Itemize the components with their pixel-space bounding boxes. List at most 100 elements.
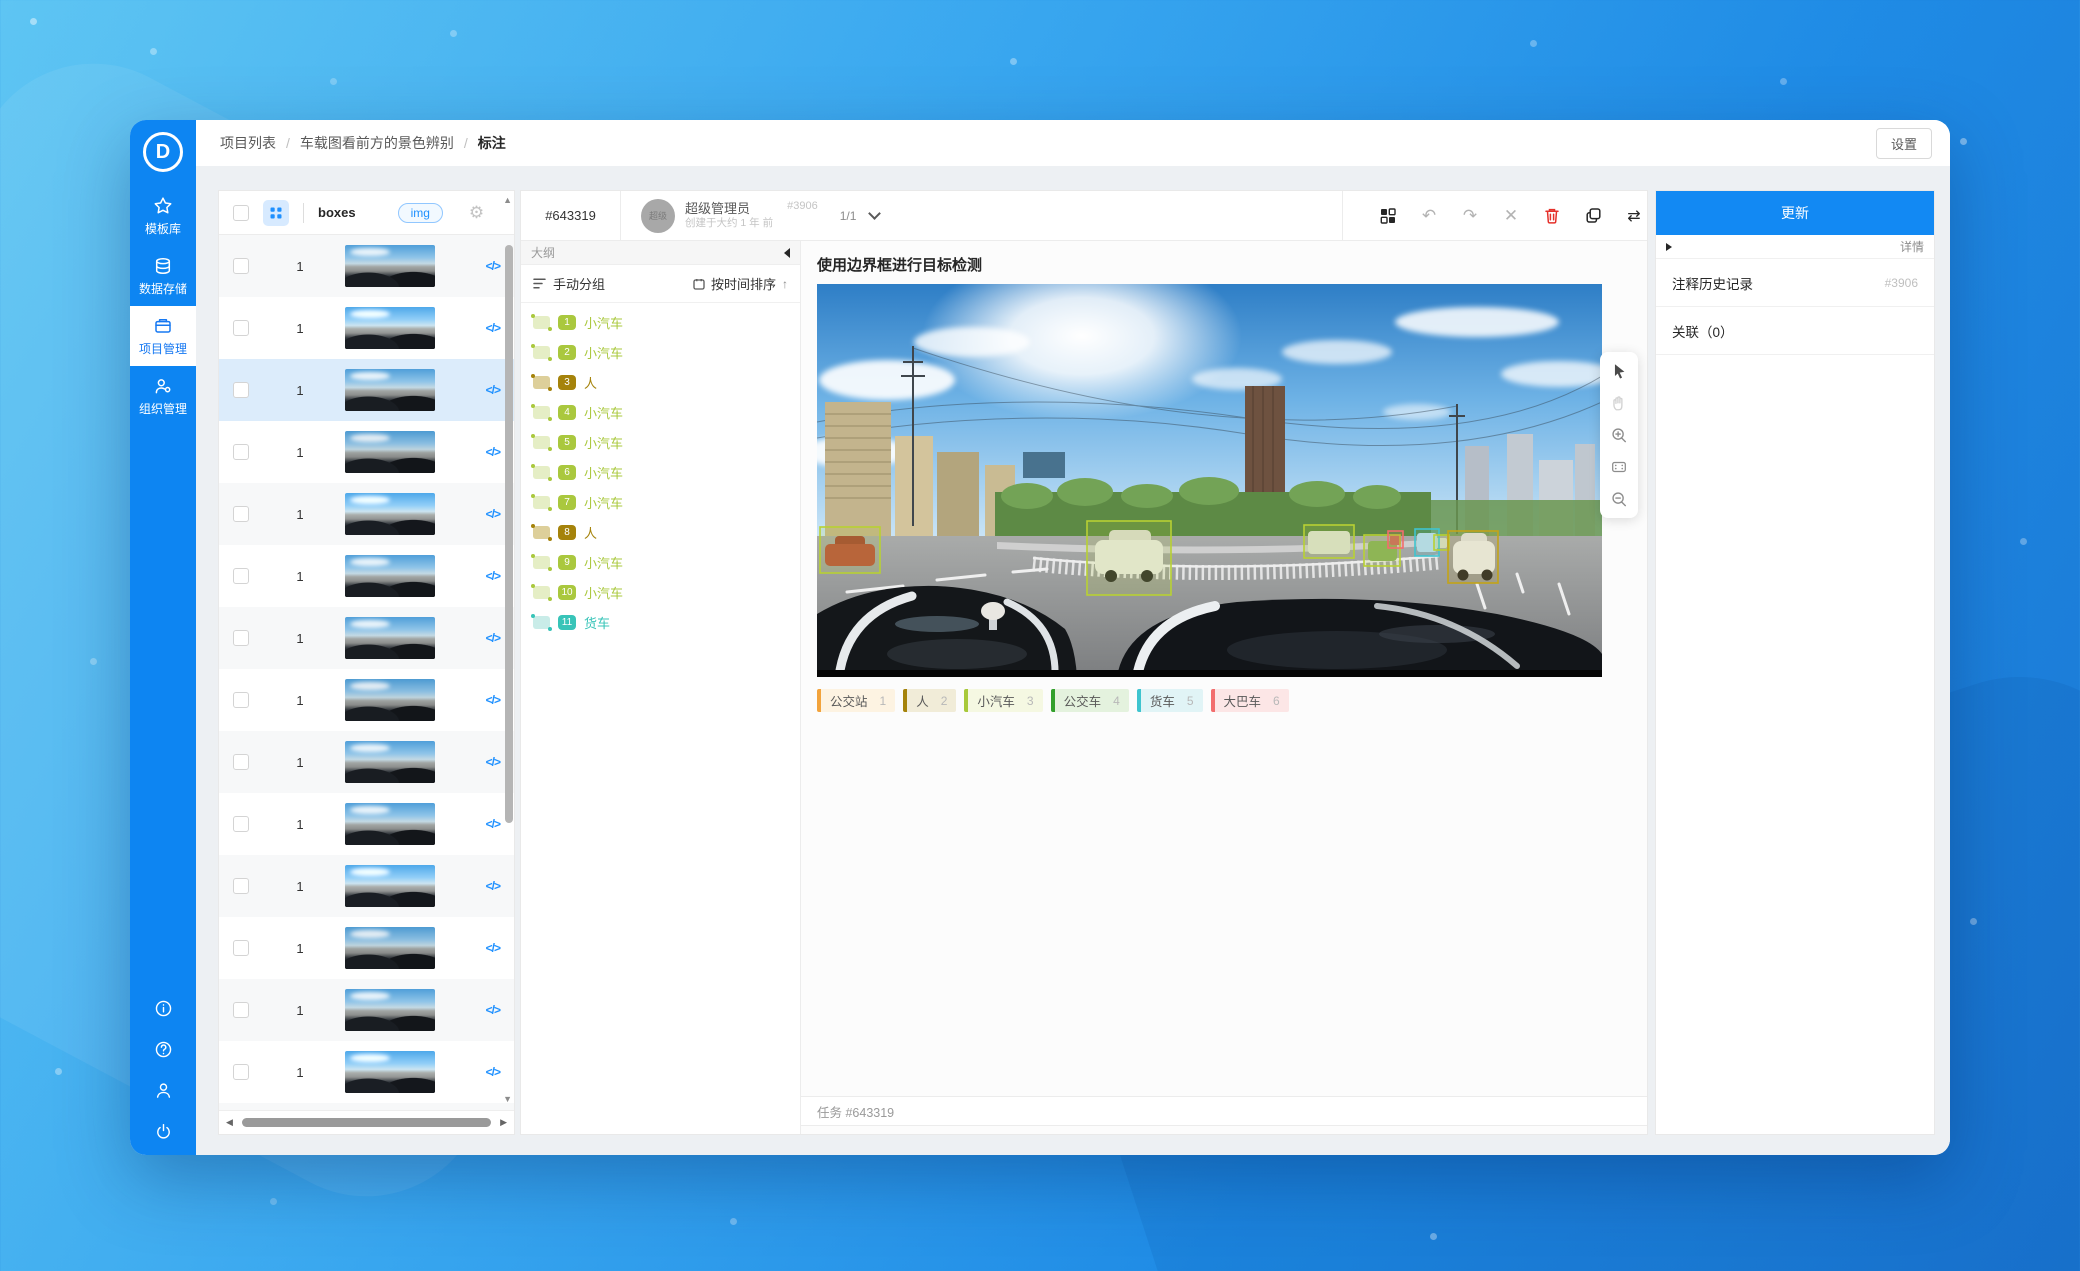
horizontal-scrollbar-thumb[interactable] [242,1118,491,1127]
redo-button[interactable]: ↷ [1457,203,1483,229]
code-icon[interactable]: </> [486,755,500,769]
row-checkbox[interactable] [233,754,249,770]
row-checkbox[interactable] [233,940,249,956]
delete-button[interactable] [1539,203,1565,229]
gear-icon[interactable]: ⚙ [469,203,484,223]
breadcrumb-projects[interactable]: 项目列表 [220,133,276,153]
row-thumbnail[interactable] [345,1051,435,1093]
sidebar-item[interactable]: 组织管理 [130,366,196,426]
row-checkbox[interactable] [233,692,249,708]
region-item[interactable]: 11 货车 [521,607,800,637]
task-row[interactable]: 1 </> [219,297,514,359]
row-checkbox[interactable] [233,444,249,460]
select-tool-button[interactable] [1605,357,1633,385]
code-icon[interactable]: </> [486,879,500,893]
task-row[interactable]: 1 </> [219,1041,514,1103]
label-chip[interactable]: 货车 5 [1137,689,1203,712]
task-row[interactable]: 1 </> [219,607,514,669]
chevron-down-icon[interactable] [869,207,882,220]
row-thumbnail[interactable] [345,803,435,845]
zoom-in-button[interactable] [1605,421,1633,449]
row-checkbox[interactable] [233,506,249,522]
sort-by-time[interactable]: 按时间排序 ↑ [693,274,788,293]
label-chip[interactable]: 人 2 [903,689,956,712]
row-thumbnail[interactable] [345,369,435,411]
scroll-left-arrow[interactable]: ◀ [219,1117,240,1128]
region-item[interactable]: 3 人 [521,367,800,397]
avatar[interactable]: 超级 [641,199,675,233]
row-thumbnail[interactable] [345,741,435,783]
info-icon[interactable] [154,999,173,1018]
manual-group-label[interactable]: 手动分组 [553,274,605,293]
settings-button[interactable]: 设置 [1876,128,1932,159]
label-chip[interactable]: 公交车 4 [1051,689,1129,712]
row-thumbnail[interactable] [345,431,435,473]
task-row[interactable]: 1 </> [219,979,514,1041]
sidebar-item[interactable]: 模板库 [130,186,196,246]
row-checkbox[interactable] [233,1064,249,1080]
sidebar-item[interactable]: 项目管理 [130,306,196,366]
row-checkbox[interactable] [233,630,249,646]
code-icon[interactable]: </> [486,693,500,707]
row-checkbox[interactable] [233,878,249,894]
row-checkbox[interactable] [233,258,249,274]
region-item[interactable]: 10 小汽车 [521,577,800,607]
task-row[interactable]: 1 </> [219,359,514,421]
region-item[interactable]: 5 小汽车 [521,427,800,457]
help-icon[interactable] [154,1040,173,1059]
transfer-button[interactable]: ⇄ [1621,203,1647,229]
row-checkbox[interactable] [233,568,249,584]
row-thumbnail[interactable] [345,679,435,721]
relations-row[interactable]: 关联（0） [1656,307,1934,355]
label-chip[interactable]: 大巴车 6 [1211,689,1289,712]
task-row[interactable]: 1 </> [219,235,514,297]
column-header-boxes[interactable]: boxes [318,205,356,220]
row-checkbox[interactable] [233,816,249,832]
region-item[interactable]: 7 小汽车 [521,487,800,517]
annotation-history-row[interactable]: 注释历史记录 #3906 [1656,259,1934,307]
select-all-checkbox[interactable] [233,205,249,221]
task-row[interactable]: 1 </> [219,917,514,979]
task-row[interactable]: 1 </> [219,1103,514,1110]
task-row[interactable]: 1 </> [219,731,514,793]
close-icon[interactable]: ✕ [1498,203,1524,229]
grid-view-button[interactable] [263,200,289,226]
row-thumbnail[interactable] [345,617,435,659]
row-thumbnail[interactable] [345,989,435,1031]
vertical-scrollbar-thumb[interactable] [505,245,513,823]
region-item[interactable]: 4 小汽车 [521,397,800,427]
row-thumbnail[interactable] [345,493,435,535]
row-thumbnail[interactable] [345,245,435,287]
task-row[interactable]: 1 </> [219,545,514,607]
code-icon[interactable]: </> [486,569,500,583]
code-icon[interactable]: </> [486,321,500,335]
code-icon[interactable]: </> [486,383,500,397]
code-icon[interactable]: </> [486,445,500,459]
scroll-up-arrow[interactable]: ▲ [503,195,512,205]
copy-button[interactable] [1580,203,1606,229]
row-checkbox[interactable] [233,382,249,398]
code-icon[interactable]: </> [486,1065,500,1079]
task-row[interactable]: 1 </> [219,793,514,855]
region-item[interactable]: 6 小汽车 [521,457,800,487]
task-row[interactable]: 1 </> [219,421,514,483]
sidebar-item[interactable]: 数据存储 [130,246,196,306]
region-item[interactable]: 1 小汽车 [521,307,800,337]
row-thumbnail[interactable] [345,307,435,349]
panorama-image[interactable] [817,284,1602,677]
undo-button[interactable]: ↶ [1416,203,1442,229]
code-icon[interactable]: </> [486,259,500,273]
code-icon[interactable]: </> [486,1003,500,1017]
region-item[interactable]: 8 人 [521,517,800,547]
collapse-icon[interactable] [784,248,790,258]
code-icon[interactable]: </> [486,631,500,645]
details-label[interactable]: 详情 [1900,238,1924,255]
scroll-down-arrow[interactable]: ▼ [503,1094,512,1104]
task-row[interactable]: 1 </> [219,669,514,731]
user-icon[interactable] [154,1081,173,1100]
label-chip[interactable]: 公交站 1 [817,689,895,712]
play-icon[interactable] [1666,243,1672,251]
code-icon[interactable]: </> [486,817,500,831]
code-icon[interactable]: </> [486,941,500,955]
region-item[interactable]: 2 小汽车 [521,337,800,367]
